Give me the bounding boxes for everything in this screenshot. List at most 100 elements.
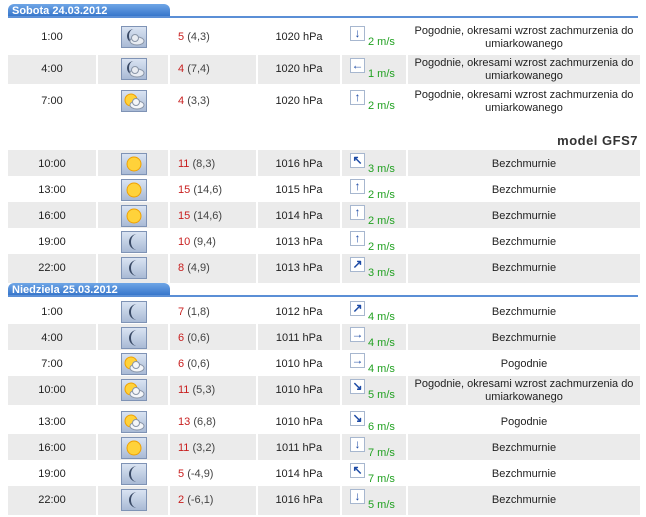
wind-arrow-glyph: ↖ (352, 463, 363, 477)
weather-icon-cell (98, 202, 168, 231)
wind-speed: 4 m/s (368, 363, 395, 375)
wind-cell: ↗ 3 m/s (342, 254, 406, 283)
feels-like-value: (6,8) (193, 416, 216, 428)
weather-icon-cell (98, 434, 168, 463)
wind-speed: 2 m/s (368, 100, 395, 112)
temperature-value: 10 (178, 236, 191, 248)
feels-like-value: (3,3) (187, 95, 210, 107)
description-text: Pogodnie (500, 358, 548, 370)
description-text: Bezchmurnie (491, 184, 557, 196)
temperature-cell: 11 (3,2) (170, 434, 256, 463)
pressure-cell: 1012 hPa (258, 298, 340, 327)
wind-cell: ↘ 5 m/s (342, 376, 406, 405)
cloudy-moon-icon (121, 26, 147, 48)
wind-speed: 3 m/s (368, 163, 395, 175)
description-cell: Pogodnie (408, 350, 640, 379)
wind-speed: 4 m/s (368, 311, 395, 323)
pressure-cell: 1011 hPa (258, 434, 340, 463)
weather-icon-cell (98, 23, 168, 52)
temperature-value: 11 (178, 384, 190, 396)
temperature-value: 5 (178, 31, 185, 43)
wind-arrow-glyph: ↘ (352, 411, 363, 425)
forecast-row: 19:00 5 (-4,9) 1014 hPa ↖ 7 m/s Bezchmurnie (8, 460, 640, 489)
description-text: Bezchmurnie (491, 468, 557, 480)
feels-like-value: (14,6) (193, 210, 223, 222)
wind-arrow-glyph: ↘ (352, 379, 363, 393)
wind-speed: 2 m/s (368, 189, 395, 201)
wind-cell: → 4 m/s (342, 350, 406, 379)
day-header: Niedziela 25.03.2012 (8, 283, 638, 297)
wind-direction-icon: ↓ (350, 26, 365, 41)
temperature-cell: 5 (4,3) (170, 23, 256, 52)
sun-icon (121, 153, 147, 175)
temperature-value: 6 (178, 358, 185, 370)
weather-icon-cell (98, 150, 168, 179)
day-header: Sobota 24.03.2012 (8, 4, 638, 18)
pressure-cell: 1016 hPa (258, 150, 340, 179)
sun-cloud-icon (121, 379, 147, 401)
wind-arrow-glyph: → (351, 353, 364, 367)
feels-like-value: (5,3) (192, 384, 216, 396)
wind-arrow-glyph: ↑ (354, 231, 361, 245)
moon-icon (121, 231, 147, 253)
description-cell: Bezchmurnie (408, 434, 640, 463)
wind-direction-icon: ↑ (350, 205, 365, 220)
wind-direction-icon: ↖ (350, 463, 365, 478)
forecast-row: 1:00 5 (4,3) 1020 hPa ↓ 2 m/s Pogodnie, okres… (8, 23, 640, 52)
sun-icon (121, 437, 147, 459)
pressure-cell: 1013 hPa (258, 228, 340, 257)
moon-icon (121, 327, 147, 349)
sun-cloud-icon (121, 353, 147, 375)
wind-direction-icon: ↘ (350, 379, 365, 394)
moon-icon (121, 463, 147, 485)
pressure-cell: 1010 hPa (258, 376, 340, 405)
description-text: Pogodnie, okresami wzrost zachmurzenia d… (414, 377, 634, 403)
weather-icon-cell (98, 87, 168, 116)
description-text: Pogodnie (500, 416, 548, 428)
wind-arrow-glyph: ↗ (352, 257, 363, 271)
wind-cell: ↖ 3 m/s (342, 150, 406, 179)
wind-direction-icon: ↓ (350, 489, 365, 504)
description-text: Bezchmurnie (491, 236, 557, 248)
wind-arrow-glyph: ↑ (354, 90, 361, 104)
wind-speed: 3 m/s (368, 267, 395, 279)
description-cell: Bezchmurnie (408, 150, 640, 179)
temperature-cell: 10 (9,4) (170, 228, 256, 257)
description-cell: Bezchmurnie (408, 176, 640, 205)
weather-icon-cell (98, 350, 168, 379)
time-cell: 22:00 (8, 486, 96, 515)
wind-speed: 5 m/s (368, 389, 395, 401)
wind-speed: 7 m/s (368, 473, 395, 485)
forecast-row: 10:00 11 (8,3) 1016 hPa ↖ 3 m/s Bezchmurnie (8, 150, 640, 179)
temperature-value: 8 (178, 262, 185, 274)
forecast-row: 13:00 13 (6,8) 1010 hPa ↘ 6 m/s Pogodnie (8, 408, 640, 437)
description-text: Bezchmurnie (491, 332, 557, 344)
wind-cell: ↓ 5 m/s (342, 486, 406, 515)
description-text: Pogodnie, okresami wzrost zachmurzenia d… (414, 88, 634, 114)
temperature-value: 4 (178, 95, 185, 107)
temperature-value: 5 (178, 468, 185, 480)
time-cell: 16:00 (8, 202, 96, 231)
temperature-cell: 15 (14,6) (170, 202, 256, 231)
pressure-cell: 1016 hPa (258, 486, 340, 515)
moon-icon (121, 257, 147, 279)
time-cell: 10:00 (8, 150, 96, 179)
temperature-cell: 8 (4,9) (170, 254, 256, 283)
pressure-cell: 1011 hPa (258, 324, 340, 353)
description-text: Bezchmurnie (491, 262, 557, 274)
weather-icon-cell (98, 176, 168, 205)
weather-icon-cell (98, 460, 168, 489)
temperature-value: 4 (178, 63, 185, 75)
wind-speed: 1 m/s (368, 68, 395, 80)
pressure-cell: 1010 hPa (258, 350, 340, 379)
description-text: Pogodnie, okresami wzrost zachmurzenia d… (414, 56, 634, 82)
sun-cloud-icon (121, 411, 147, 433)
time-cell: 1:00 (8, 298, 96, 327)
pressure-cell: 1014 hPa (258, 202, 340, 231)
wind-arrow-glyph: ↓ (354, 26, 361, 40)
wind-speed: 5 m/s (368, 499, 395, 511)
wind-arrow-glyph: → (351, 327, 364, 341)
wind-direction-icon: → (350, 353, 365, 368)
forecast-row: 22:00 8 (4,9) 1013 hPa ↗ 3 m/s Bezchmurnie (8, 254, 640, 283)
pressure-cell: 1010 hPa (258, 408, 340, 437)
